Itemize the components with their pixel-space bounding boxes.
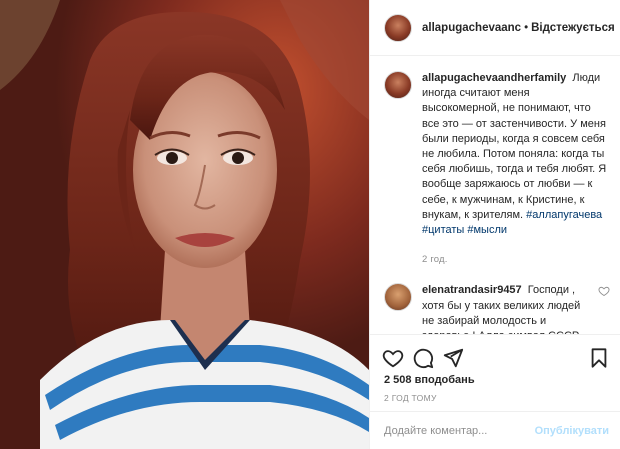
- comment-body: elenatrandasir9457 Господи , хотя бы у т…: [422, 283, 592, 334]
- comment-icon[interactable]: [412, 347, 434, 369]
- comment-username[interactable]: elenatrandasir9457: [422, 284, 522, 296]
- comment-like-heart-icon[interactable]: [598, 285, 610, 297]
- separator-dot: •: [524, 21, 529, 34]
- caption-text: Люди иногда считают меня высокомерной, н…: [422, 72, 607, 221]
- publish-button[interactable]: Опублікувати: [535, 425, 609, 437]
- post-time[interactable]: 2 ГОД ТОМУ: [384, 393, 437, 403]
- hashtag-link[interactable]: #цитаты: [422, 224, 464, 236]
- add-comment-bar: Опублікувати: [370, 411, 620, 449]
- comment-item: elenatrandasir9457 Господи , хотя бы у т…: [370, 267, 620, 334]
- bookmark-icon[interactable]: [588, 347, 610, 369]
- paper-plane-icon[interactable]: [442, 347, 464, 369]
- avatar[interactable]: [384, 13, 412, 42]
- caption: allapugachevaandherfamily Люди иногда сч…: [370, 57, 620, 267]
- likes-count[interactable]: 2 508 вподобань: [384, 374, 475, 386]
- comment-input[interactable]: [384, 424, 535, 437]
- heart-icon[interactable]: [382, 347, 404, 369]
- hashtag-link[interactable]: #аллапугачева: [526, 209, 602, 221]
- caption-avatar[interactable]: [384, 71, 412, 99]
- hashtag-link[interactable]: #мысли: [467, 224, 507, 236]
- caption-time[interactable]: 2 год.: [422, 252, 607, 267]
- comments-section[interactable]: allapugachevaandherfamily Люди иногда сч…: [370, 57, 620, 334]
- post-photo[interactable]: [0, 0, 369, 449]
- following-button[interactable]: Відстежується: [531, 22, 615, 34]
- comment-row: elenatrandasir9457 Господи , хотя бы у т…: [412, 283, 610, 334]
- post-sidebar: allapugachevaanc • Відстежується allapug…: [369, 0, 620, 449]
- header-text: allapugachevaanc • Відстежується: [422, 22, 615, 34]
- portrait-image: [0, 0, 369, 449]
- caption-username[interactable]: allapugachevaandherfamily: [422, 72, 566, 84]
- post-header: allapugachevaanc • Відстежується: [370, 0, 620, 56]
- commenter-avatar[interactable]: [384, 283, 412, 312]
- header-username[interactable]: allapugachevaanc: [422, 22, 521, 34]
- caption-body: allapugachevaandherfamily Люди иногда сч…: [422, 71, 607, 267]
- instagram-post: allapugachevaanc • Відстежується allapug…: [0, 0, 620, 449]
